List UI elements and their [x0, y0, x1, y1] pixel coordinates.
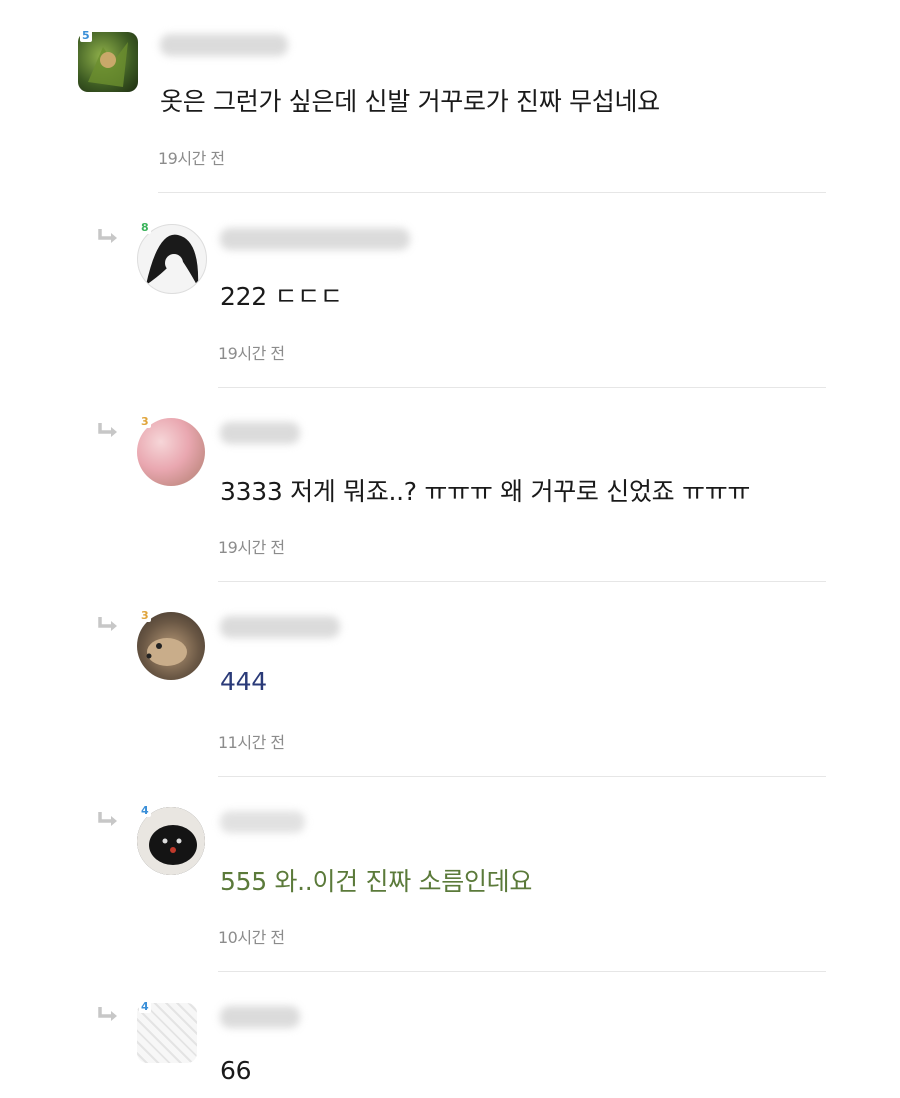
level-badge: 4 — [139, 1000, 151, 1013]
comment-text: 222 ㄷㄷㄷ — [220, 282, 343, 311]
reply-arrow-icon — [98, 617, 117, 631]
divider — [218, 581, 826, 582]
reply-arrow-icon — [98, 229, 117, 243]
nickname-blurred[interactable] — [220, 422, 300, 444]
comment-text: 3333 저게 뭐죠..? ㅠㅠㅠ 왜 거꾸로 신었죠 ㅠㅠㅠ — [220, 477, 751, 506]
meerkat-icon — [146, 638, 187, 666]
avatar[interactable] — [137, 807, 205, 875]
level-badge: 4 — [139, 804, 151, 817]
divider — [218, 387, 826, 388]
comment-text: 444 — [220, 667, 267, 696]
level-badge: 8 — [139, 221, 151, 234]
reply-arrow-icon — [98, 423, 117, 437]
anime-girl-icon — [146, 234, 199, 287]
black-cat-icon — [137, 807, 205, 875]
reply-arrow-icon — [98, 812, 117, 826]
divider — [158, 192, 826, 193]
nickname-blurred[interactable] — [220, 616, 340, 638]
level-badge: 3 — [139, 415, 151, 428]
reply-arrow-icon — [98, 1007, 117, 1021]
timestamp: 10시간 전 — [218, 928, 285, 947]
avatar[interactable] — [137, 418, 205, 486]
timestamp: 19시간 전 — [158, 149, 225, 168]
timestamp: 11시간 전 — [218, 733, 285, 752]
nickname-blurred[interactable] — [220, 811, 305, 833]
nickname-blurred[interactable] — [160, 34, 288, 56]
divider — [218, 971, 826, 972]
avatar[interactable] — [137, 612, 205, 680]
nickname-blurred[interactable] — [220, 1006, 300, 1028]
divider — [218, 776, 826, 777]
timestamp: 19시간 전 — [218, 538, 285, 557]
comment-text: 66 — [220, 1056, 252, 1085]
level-badge: 3 — [139, 609, 151, 622]
comment-text: 555 와..이건 진짜 소름인데요 — [220, 867, 533, 896]
nickname-blurred[interactable] — [220, 228, 410, 250]
avatar[interactable] — [137, 224, 207, 294]
timestamp: 19시간 전 — [218, 344, 285, 363]
comment-text: 옷은 그런가 싶은데 신발 거꾸로가 진짜 무섭네요 — [160, 87, 660, 116]
level-badge: 5 — [80, 29, 92, 42]
